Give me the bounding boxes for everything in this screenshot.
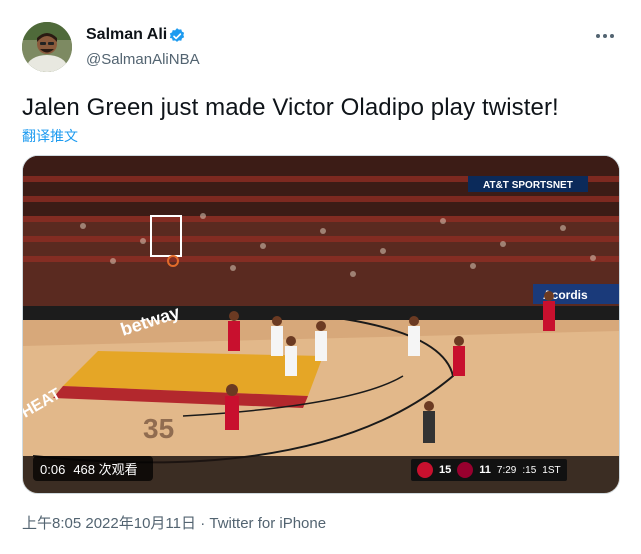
tweet-text: Jalen Green just made Victor Oladipo pla… <box>22 94 559 121</box>
scoreboard: 15 11 7:29 :15 1ST <box>411 459 567 481</box>
author-name[interactable]: Salman Ali <box>86 26 167 44</box>
more-options-icon[interactable] <box>593 26 617 46</box>
video-frame: AT&T SPORTSNET Acordis betway HEAT 35 <box>23 156 619 493</box>
verified-badge-icon <box>169 28 185 42</box>
anniversary-logo: 35 <box>143 413 174 444</box>
video-elapsed: 0:06 <box>40 462 66 477</box>
heat-logo-icon <box>457 462 474 478</box>
meta-separator: · <box>200 515 206 532</box>
author-handle[interactable]: @SalmanAliNBA <box>86 51 200 68</box>
shot-clock: :15 <box>522 464 537 476</box>
tweet-time[interactable]: 上午8:05 <box>22 515 81 532</box>
tweet-meta: 上午8:05 2022年10月11日 · Twitter for iPhone <box>22 512 326 533</box>
tweet-date[interactable]: 2022年10月11日 <box>85 515 196 532</box>
video-player[interactable]: AT&T SPORTSNET Acordis betway HEAT 35 0:… <box>22 155 620 494</box>
translate-tweet-link[interactable]: 翻译推文 <box>22 126 78 146</box>
avatar[interactable] <box>22 22 72 72</box>
avatar-photo <box>22 22 72 72</box>
rockets-logo-icon <box>417 462 433 478</box>
tweet-source[interactable]: Twitter for iPhone <box>209 515 326 532</box>
away-score: 11 <box>479 464 491 476</box>
video-time-overlay: 0:06 468 次观看 <box>33 456 153 481</box>
att-sign: AT&T SPORTSNET <box>483 180 573 191</box>
video-views: 468 次观看 <box>73 462 138 477</box>
game-clock: 7:29 <box>496 464 517 476</box>
home-score: 15 <box>439 464 452 476</box>
quarter: 1ST <box>542 464 561 476</box>
